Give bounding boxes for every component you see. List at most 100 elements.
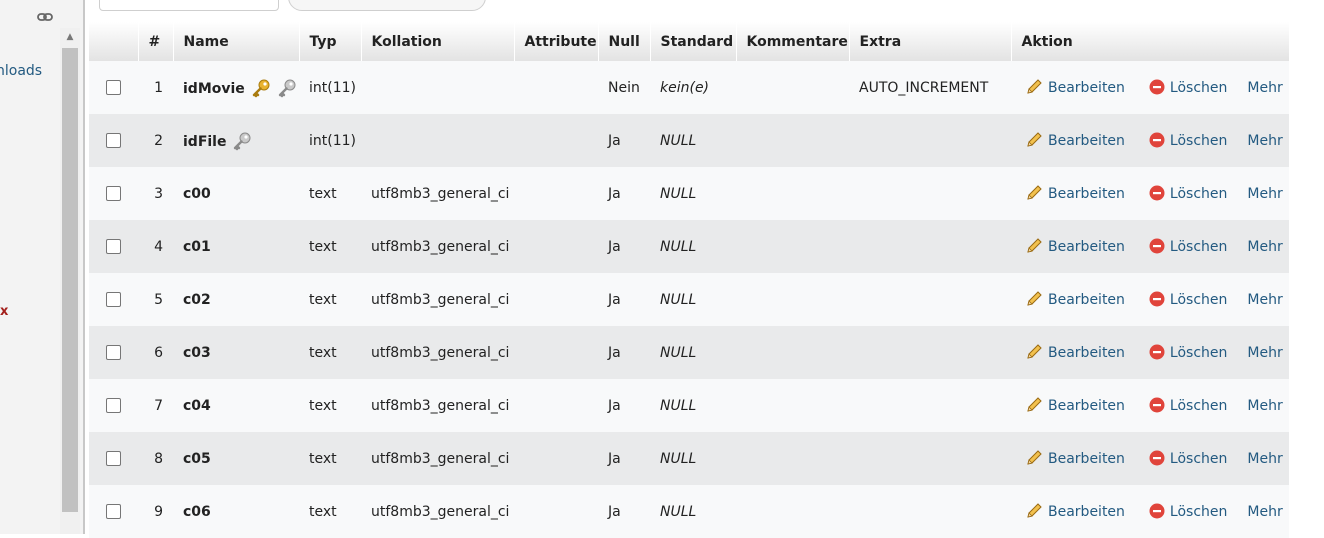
row-number: 6 — [138, 326, 173, 379]
sidebar-scrollbar[interactable]: ▲ — [60, 28, 80, 534]
more-button[interactable]: Mehr — [1247, 80, 1282, 96]
column-name: c01 — [183, 238, 211, 255]
delete-button[interactable]: Löschen — [1149, 291, 1227, 308]
row-number: 1 — [138, 61, 173, 114]
delete-button[interactable]: Löschen — [1149, 185, 1227, 202]
sidebar-downloads-link[interactable]: nloads — [0, 63, 42, 79]
delete-label: Löschen — [1169, 239, 1228, 255]
header-null[interactable]: Null — [598, 22, 651, 61]
row-checkbox[interactable] — [106, 451, 121, 466]
row-null: Ja — [598, 273, 650, 326]
header-extra[interactable]: Extra — [849, 22, 1012, 61]
delete-circle-icon — [1149, 238, 1165, 254]
row-checkbox[interactable] — [106, 345, 121, 360]
delete-button[interactable]: Löschen — [1149, 344, 1227, 361]
row-type: int(11) — [299, 61, 361, 114]
scrollbar-thumb[interactable] — [62, 48, 78, 512]
edit-button[interactable]: Bearbeiten — [1025, 450, 1125, 467]
more-button[interactable]: Mehr — [1247, 398, 1282, 414]
more-button[interactable]: Mehr — [1247, 186, 1282, 202]
row-number: 8 — [138, 432, 173, 485]
row-default: NULL — [650, 485, 736, 538]
row-select-cell — [89, 432, 138, 485]
top-toolbar-button[interactable] — [288, 0, 486, 11]
more-button[interactable]: Mehr — [1247, 239, 1282, 255]
header-select — [89, 22, 139, 61]
edit-button[interactable]: Bearbeiten — [1025, 238, 1125, 255]
edit-button[interactable]: Bearbeiten — [1025, 79, 1125, 96]
sidebar-red-mark: x — [0, 304, 9, 319]
edit-label: Bearbeiten — [1048, 345, 1125, 361]
row-number: 5 — [138, 273, 173, 326]
edit-button[interactable]: Bearbeiten — [1025, 132, 1125, 149]
column-name: idMovie — [183, 80, 245, 97]
edit-label: Bearbeiten — [1048, 292, 1125, 308]
more-button[interactable]: Mehr — [1247, 292, 1282, 308]
edit-button[interactable]: Bearbeiten — [1025, 397, 1125, 414]
delete-button[interactable]: Löschen — [1149, 79, 1227, 96]
row-null: Ja — [598, 114, 650, 167]
row-comment — [736, 485, 849, 538]
delete-button[interactable]: Löschen — [1149, 450, 1227, 467]
chain-link-icon[interactable] — [37, 9, 53, 25]
row-type: text — [299, 485, 361, 538]
row-type: text — [299, 432, 361, 485]
scroll-up-arrow-icon[interactable]: ▲ — [63, 30, 77, 44]
row-comment — [736, 220, 849, 273]
more-button[interactable]: Mehr — [1247, 504, 1282, 520]
row-extra — [849, 114, 1011, 167]
row-checkbox[interactable] — [106, 80, 121, 95]
row-checkbox[interactable] — [106, 504, 121, 519]
row-checkbox[interactable] — [106, 186, 121, 201]
row-collation: utf8mb3_general_ci — [361, 167, 514, 220]
table-row: 2 idFile int(11) Ja NULL Bearbeiten Löschen Meh… — [89, 114, 1289, 167]
more-button[interactable]: Mehr — [1247, 133, 1282, 149]
navigation-sidebar: nloads x ▲ — [0, 0, 85, 534]
delete-button[interactable]: Löschen — [1149, 397, 1227, 414]
row-default: NULL — [650, 273, 736, 326]
more-button[interactable]: Mehr — [1247, 345, 1282, 361]
pencil-icon — [1027, 185, 1042, 200]
row-comment — [736, 432, 849, 485]
header-default[interactable]: Standard — [650, 22, 737, 61]
table-row: 3 c00 text utf8mb3_general_ci Ja NULL Bearbeit… — [89, 167, 1289, 220]
row-checkbox[interactable] — [106, 292, 121, 307]
row-attributes — [514, 326, 598, 379]
row-select-cell — [89, 273, 138, 326]
delete-button[interactable]: Löschen — [1149, 238, 1228, 255]
row-null: Ja — [598, 485, 650, 538]
edit-button[interactable]: Bearbeiten — [1025, 344, 1125, 361]
delete-button[interactable]: Löschen — [1149, 503, 1227, 520]
edit-button[interactable]: Bearbeiten — [1025, 185, 1125, 202]
index-key-icon — [234, 132, 251, 150]
header-type[interactable]: Typ — [299, 22, 362, 61]
edit-button[interactable]: Bearbeiten — [1025, 503, 1125, 520]
edit-button[interactable]: Bearbeiten — [1025, 291, 1125, 308]
row-attributes — [514, 61, 598, 114]
table-header-row: # Name Typ Kollation Attribute Null Stan… — [89, 22, 1290, 61]
delete-circle-icon — [1149, 132, 1165, 148]
row-name-cell: c02 — [173, 273, 299, 326]
row-select-cell — [89, 114, 138, 167]
row-null: Ja — [598, 432, 650, 485]
header-collation[interactable]: Kollation — [361, 22, 515, 61]
row-actions: Bearbeiten Löschen Mehr — [1011, 61, 1289, 114]
row-null: Ja — [598, 379, 650, 432]
header-name[interactable]: Name — [173, 22, 300, 61]
header-attributes[interactable]: Attribute — [514, 22, 599, 61]
row-null: Nein — [598, 61, 650, 114]
more-button[interactable]: Mehr — [1247, 451, 1282, 467]
row-checkbox[interactable] — [106, 239, 121, 254]
row-collation: utf8mb3_general_ci — [361, 326, 514, 379]
edit-label: Bearbeiten — [1048, 133, 1125, 149]
header-number[interactable]: # — [138, 22, 174, 61]
pencil-icon — [1027, 397, 1042, 412]
delete-circle-icon — [1149, 450, 1165, 466]
delete-label: Löschen — [1169, 133, 1228, 149]
row-checkbox[interactable] — [106, 133, 121, 148]
row-checkbox[interactable] — [106, 398, 121, 413]
row-null: Ja — [598, 167, 650, 220]
delete-button[interactable]: Löschen — [1149, 132, 1228, 149]
header-comment[interactable]: Kommentare — [736, 22, 850, 61]
top-toolbar-control[interactable] — [99, 0, 279, 11]
